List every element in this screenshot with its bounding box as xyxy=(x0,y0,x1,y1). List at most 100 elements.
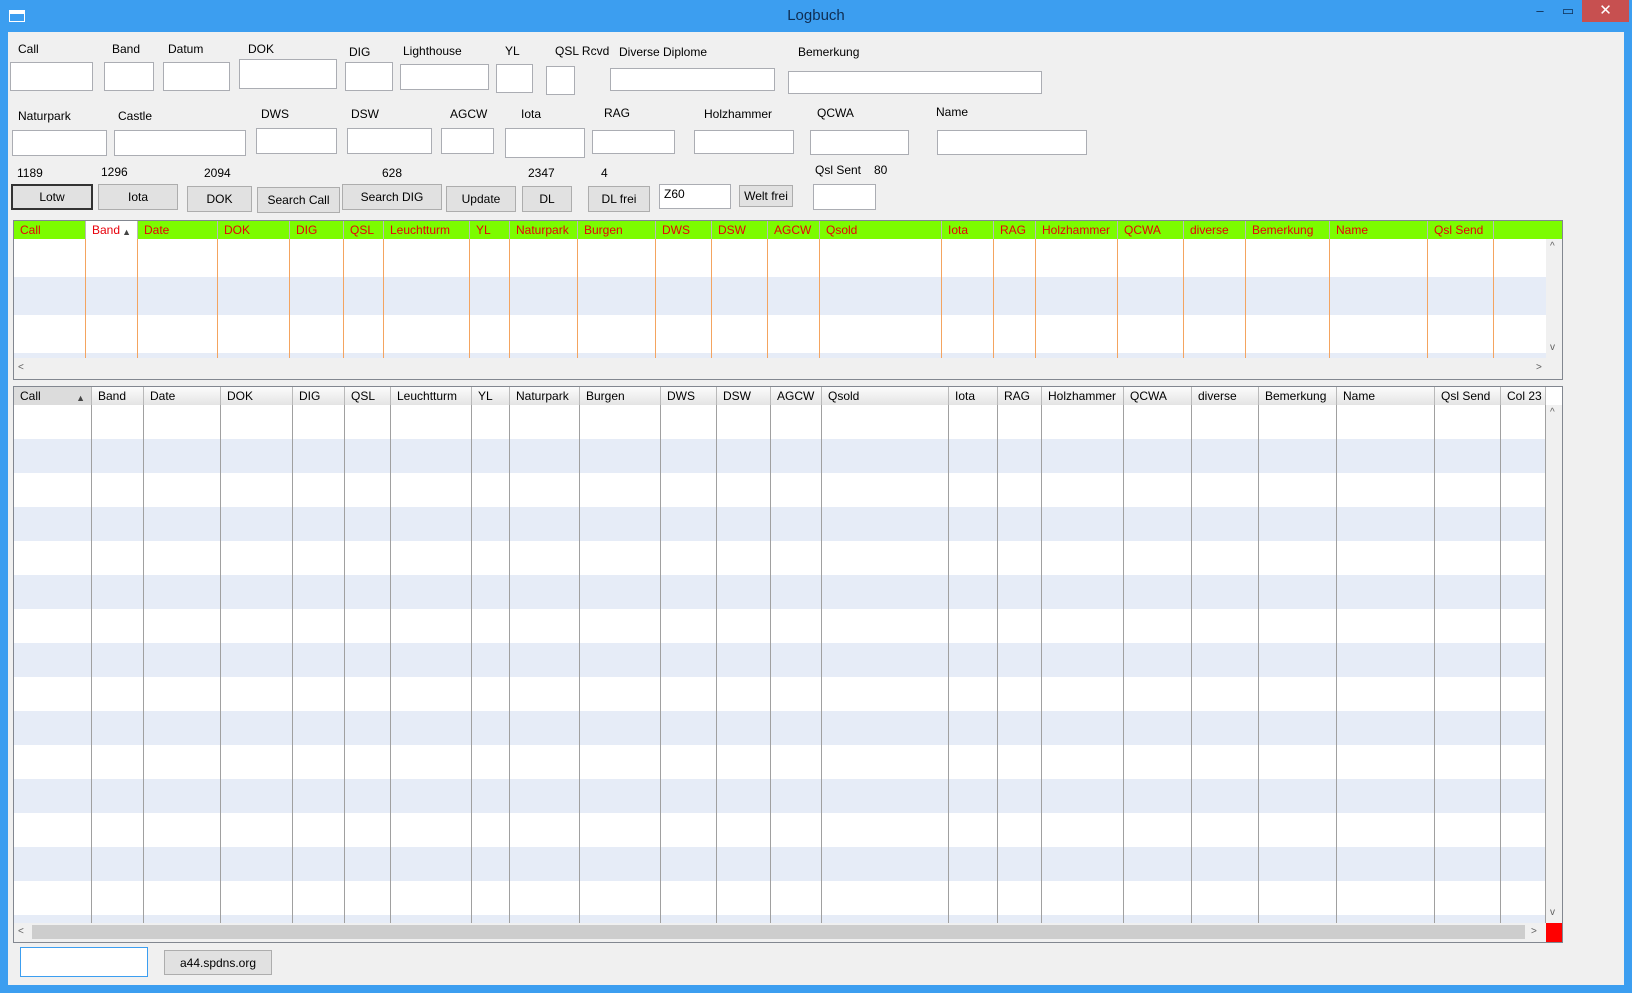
call-input[interactable] xyxy=(10,62,93,91)
bottom-grid-col-header[interactable]: DIG xyxy=(293,387,345,405)
scroll-down-icon[interactable]: v xyxy=(1550,342,1555,353)
naturpark-input[interactable] xyxy=(12,130,107,156)
top-grid-row[interactable] xyxy=(14,315,1546,353)
qcwa-input[interactable] xyxy=(810,130,909,155)
top-grid-col-header[interactable]: Call xyxy=(14,221,86,239)
bottom-grid-col-header[interactable]: diverse xyxy=(1192,387,1259,405)
lighthouse-input[interactable] xyxy=(400,64,489,90)
top-grid-row[interactable] xyxy=(14,239,1546,277)
top-grid-col-header[interactable]: Naturpark xyxy=(510,221,578,239)
bottom-grid-row[interactable] xyxy=(14,847,1546,881)
yl-input[interactable] xyxy=(496,64,533,93)
bottom-data-grid[interactable]: Call ▲ Band Date DOK DIG QSL Leuchtturm YL Naturp… xyxy=(13,386,1563,943)
top-data-grid[interactable]: Call Band ▲ Date DOK DIG QSL Leuchtturm YL Naturp… xyxy=(13,220,1563,380)
bottom-grid-col-header[interactable]: Holzhammer xyxy=(1042,387,1124,405)
bottom-grid-row[interactable] xyxy=(14,541,1546,575)
top-grid-hscrollbar[interactable]: < > xyxy=(14,358,1562,379)
top-grid-col-header[interactable]: DOK xyxy=(218,221,290,239)
bottom-grid-col-header[interactable]: Iota xyxy=(949,387,998,405)
dig-input[interactable] xyxy=(345,62,393,91)
top-grid-vscrollbar[interactable]: ^ v xyxy=(1546,239,1562,358)
bottom-grid-col-header[interactable]: YL xyxy=(472,387,510,405)
scroll-right-icon[interactable]: > xyxy=(1531,926,1537,937)
search-dig-button[interactable]: Search DIG xyxy=(342,184,442,210)
top-grid-col-header[interactable]: YL xyxy=(470,221,510,239)
title-bar[interactable]: Logbuch – ▭ ✕ xyxy=(0,0,1632,32)
top-grid-col-header[interactable]: DIG xyxy=(290,221,344,239)
name-input[interactable] xyxy=(937,130,1087,155)
bottom-grid-col-header[interactable]: QCWA xyxy=(1124,387,1192,405)
scroll-down-icon[interactable]: v xyxy=(1550,907,1555,918)
scroll-left-icon[interactable]: < xyxy=(18,926,24,937)
bemerkung-input[interactable] xyxy=(788,71,1042,94)
bottom-grid-row[interactable] xyxy=(14,779,1546,813)
bottom-grid-row[interactable] xyxy=(14,609,1546,643)
bottom-grid-row[interactable] xyxy=(14,507,1546,541)
bottom-grid-col-header[interactable]: Name xyxy=(1337,387,1435,405)
top-grid-col-header[interactable]: diverse xyxy=(1184,221,1246,239)
bottom-grid-col-header[interactable]: DOK xyxy=(221,387,293,405)
bottom-grid-col-header[interactable]: Band xyxy=(92,387,144,405)
agcw-input[interactable] xyxy=(441,128,494,154)
dws-input[interactable] xyxy=(256,128,337,154)
iota-input[interactable] xyxy=(505,128,585,158)
bottom-grid-col-header[interactable]: Leuchtturm xyxy=(391,387,472,405)
bottom-grid-row[interactable] xyxy=(14,677,1546,711)
update-button[interactable]: Update xyxy=(446,186,516,212)
top-grid-col-header[interactable]: DWS xyxy=(656,221,712,239)
lotw-button[interactable]: Lotw xyxy=(11,184,93,210)
top-grid-col-header[interactable]: Qsold xyxy=(820,221,942,239)
dl-frei-button[interactable]: DL frei xyxy=(588,186,650,212)
qsl-sent-input[interactable] xyxy=(813,184,876,210)
bottom-grid-col-header[interactable]: RAG xyxy=(998,387,1042,405)
bottom-grid-col-header[interactable]: Date xyxy=(144,387,221,405)
band-input[interactable] xyxy=(104,62,154,91)
bottom-grid-col-header[interactable]: Bemerkung xyxy=(1259,387,1337,405)
castle-input[interactable] xyxy=(114,130,246,156)
bottom-grid-row[interactable] xyxy=(14,881,1546,915)
bottom-grid-col-header[interactable]: Naturpark xyxy=(510,387,580,405)
top-grid-col-header[interactable]: Leuchtturm xyxy=(384,221,470,239)
top-grid-col-header[interactable]: Iota xyxy=(942,221,994,239)
bottom-grid-col-header[interactable]: QSL xyxy=(345,387,391,405)
scroll-right-icon[interactable]: > xyxy=(1536,362,1542,373)
bottom-grid-col-header[interactable]: Col 23 xyxy=(1501,387,1546,405)
minimize-button[interactable]: – xyxy=(1527,0,1553,22)
dsw-input[interactable] xyxy=(347,128,432,154)
bottom-grid-col-header[interactable]: Call ▲ xyxy=(14,387,92,405)
top-grid-col-header[interactable]: Holzhammer xyxy=(1036,221,1118,239)
status-input[interactable] xyxy=(20,947,148,977)
scroll-thumb[interactable] xyxy=(32,925,1525,939)
bottom-grid-row[interactable] xyxy=(14,405,1546,439)
bottom-grid-row[interactable] xyxy=(14,745,1546,779)
scroll-left-icon[interactable]: < xyxy=(18,362,24,373)
bottom-grid-row[interactable] xyxy=(14,575,1546,609)
scroll-up-icon[interactable]: ^ xyxy=(1550,407,1555,418)
close-button[interactable]: ✕ xyxy=(1582,0,1629,22)
bottom-grid-col-header[interactable]: Qsl Send xyxy=(1435,387,1501,405)
bottom-grid-col-header[interactable]: AGCW xyxy=(771,387,822,405)
top-grid-col-header[interactable]: Burgen xyxy=(578,221,656,239)
top-grid-col-header[interactable]: Bemerkung xyxy=(1246,221,1330,239)
bottom-grid-hscrollbar[interactable]: < > xyxy=(14,923,1546,942)
maximize-button[interactable]: ▭ xyxy=(1555,0,1581,22)
bottom-grid-col-header[interactable]: DWS xyxy=(661,387,717,405)
top-grid-col-header[interactable]: RAG xyxy=(994,221,1036,239)
search-call-button[interactable]: Search Call xyxy=(257,187,340,213)
dl-button[interactable]: DL xyxy=(522,186,572,212)
top-grid-col-header[interactable]: Name xyxy=(1330,221,1428,239)
qsl-rcvd-input[interactable] xyxy=(546,66,575,95)
top-grid-col-header[interactable]: QSL xyxy=(344,221,384,239)
scroll-up-icon[interactable]: ^ xyxy=(1550,241,1555,252)
iota-button[interactable]: Iota xyxy=(98,184,178,210)
top-grid-col-header[interactable]: AGCW xyxy=(768,221,820,239)
dok-input[interactable] xyxy=(239,59,337,89)
holzhammer-input[interactable] xyxy=(694,130,794,154)
prefix-input[interactable]: Z60 xyxy=(659,184,731,209)
datum-input[interactable] xyxy=(163,62,230,91)
diverse-diplome-input[interactable] xyxy=(610,68,775,91)
server-button[interactable]: a44.spdns.org xyxy=(164,950,272,975)
top-grid-col-header[interactable]: Date xyxy=(138,221,218,239)
bottom-grid-col-header[interactable]: Qsold xyxy=(822,387,949,405)
bottom-grid-vscrollbar[interactable]: ^ v xyxy=(1546,405,1562,923)
